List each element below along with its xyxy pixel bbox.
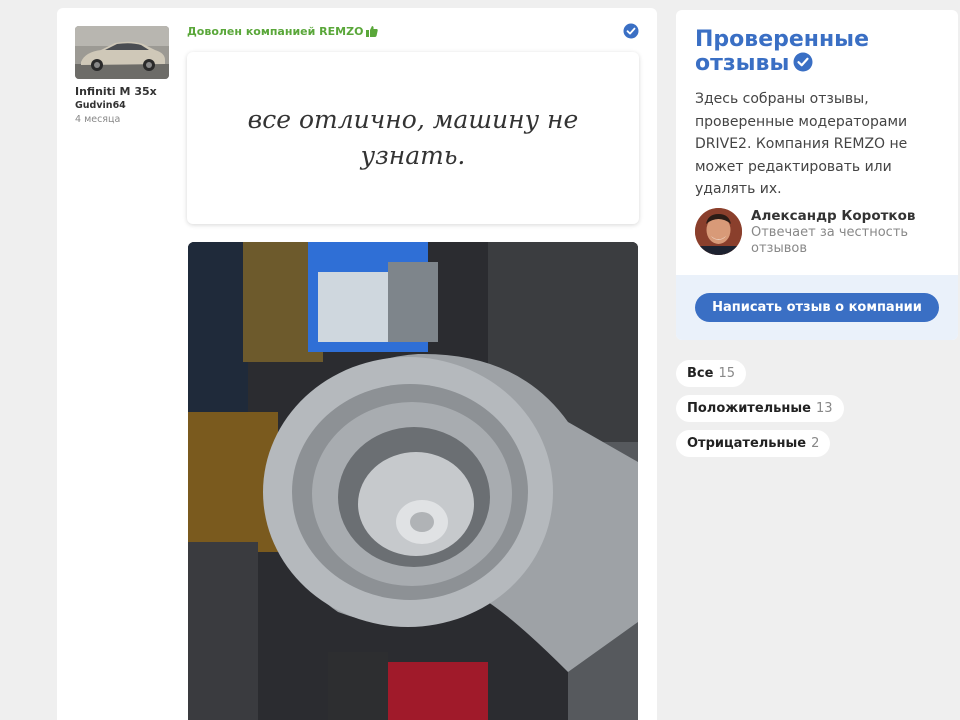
filter-negative[interactable]: Отрицательные 2 (676, 430, 831, 457)
verified-check-icon (793, 52, 813, 78)
verified-reviews-panel: Проверенные отзывы Здесь собраны отзывы,… (676, 10, 958, 340)
filter-positive[interactable]: Положительные 13 (676, 395, 844, 422)
filter-count: 13 (815, 401, 833, 416)
moderator-role: Отвечает за честность отзывов (751, 225, 909, 256)
review-text: все отлично, машину не узнать. (247, 105, 579, 170)
thumbs-up-icon (366, 26, 379, 37)
panel-description: Здесь собраны отзывы, проверенные модера… (695, 91, 908, 197)
review-photo[interactable] (188, 242, 638, 720)
car-model-link[interactable]: Infiniti M 35x (75, 85, 157, 98)
avatar[interactable] (695, 208, 742, 255)
panel-title-text: Проверенные отзывы (695, 27, 870, 76)
filter-all[interactable]: Все 15 (676, 360, 746, 387)
review-quote: все отлично, машину не узнать. (187, 52, 639, 224)
review-date: 4 месяца (75, 114, 121, 125)
filter-label: Положительные (687, 401, 811, 416)
review-card: Infiniti M 35x Gudvin64 4 месяца Доволен… (57, 8, 657, 720)
panel-title: Проверенные отзывы (695, 28, 945, 78)
filter-label: Отрицательные (687, 436, 807, 451)
filter-count: 2 (811, 436, 820, 451)
author-name-link[interactable]: Gudvin64 (75, 100, 126, 111)
filter-label: Все (687, 366, 714, 381)
filter-count: 15 (718, 366, 735, 381)
moderator-name[interactable]: Александр Коротков (751, 208, 915, 224)
car-thumbnail[interactable] (75, 26, 169, 79)
panel-footer: Написать отзыв о компании (676, 275, 958, 340)
verified-check-icon (623, 23, 639, 39)
write-review-button[interactable]: Написать отзыв о компании (695, 293, 939, 322)
review-verdict: Доволен компанией REMZO (187, 25, 379, 38)
verdict-label: Доволен компанией REMZO (187, 25, 364, 38)
